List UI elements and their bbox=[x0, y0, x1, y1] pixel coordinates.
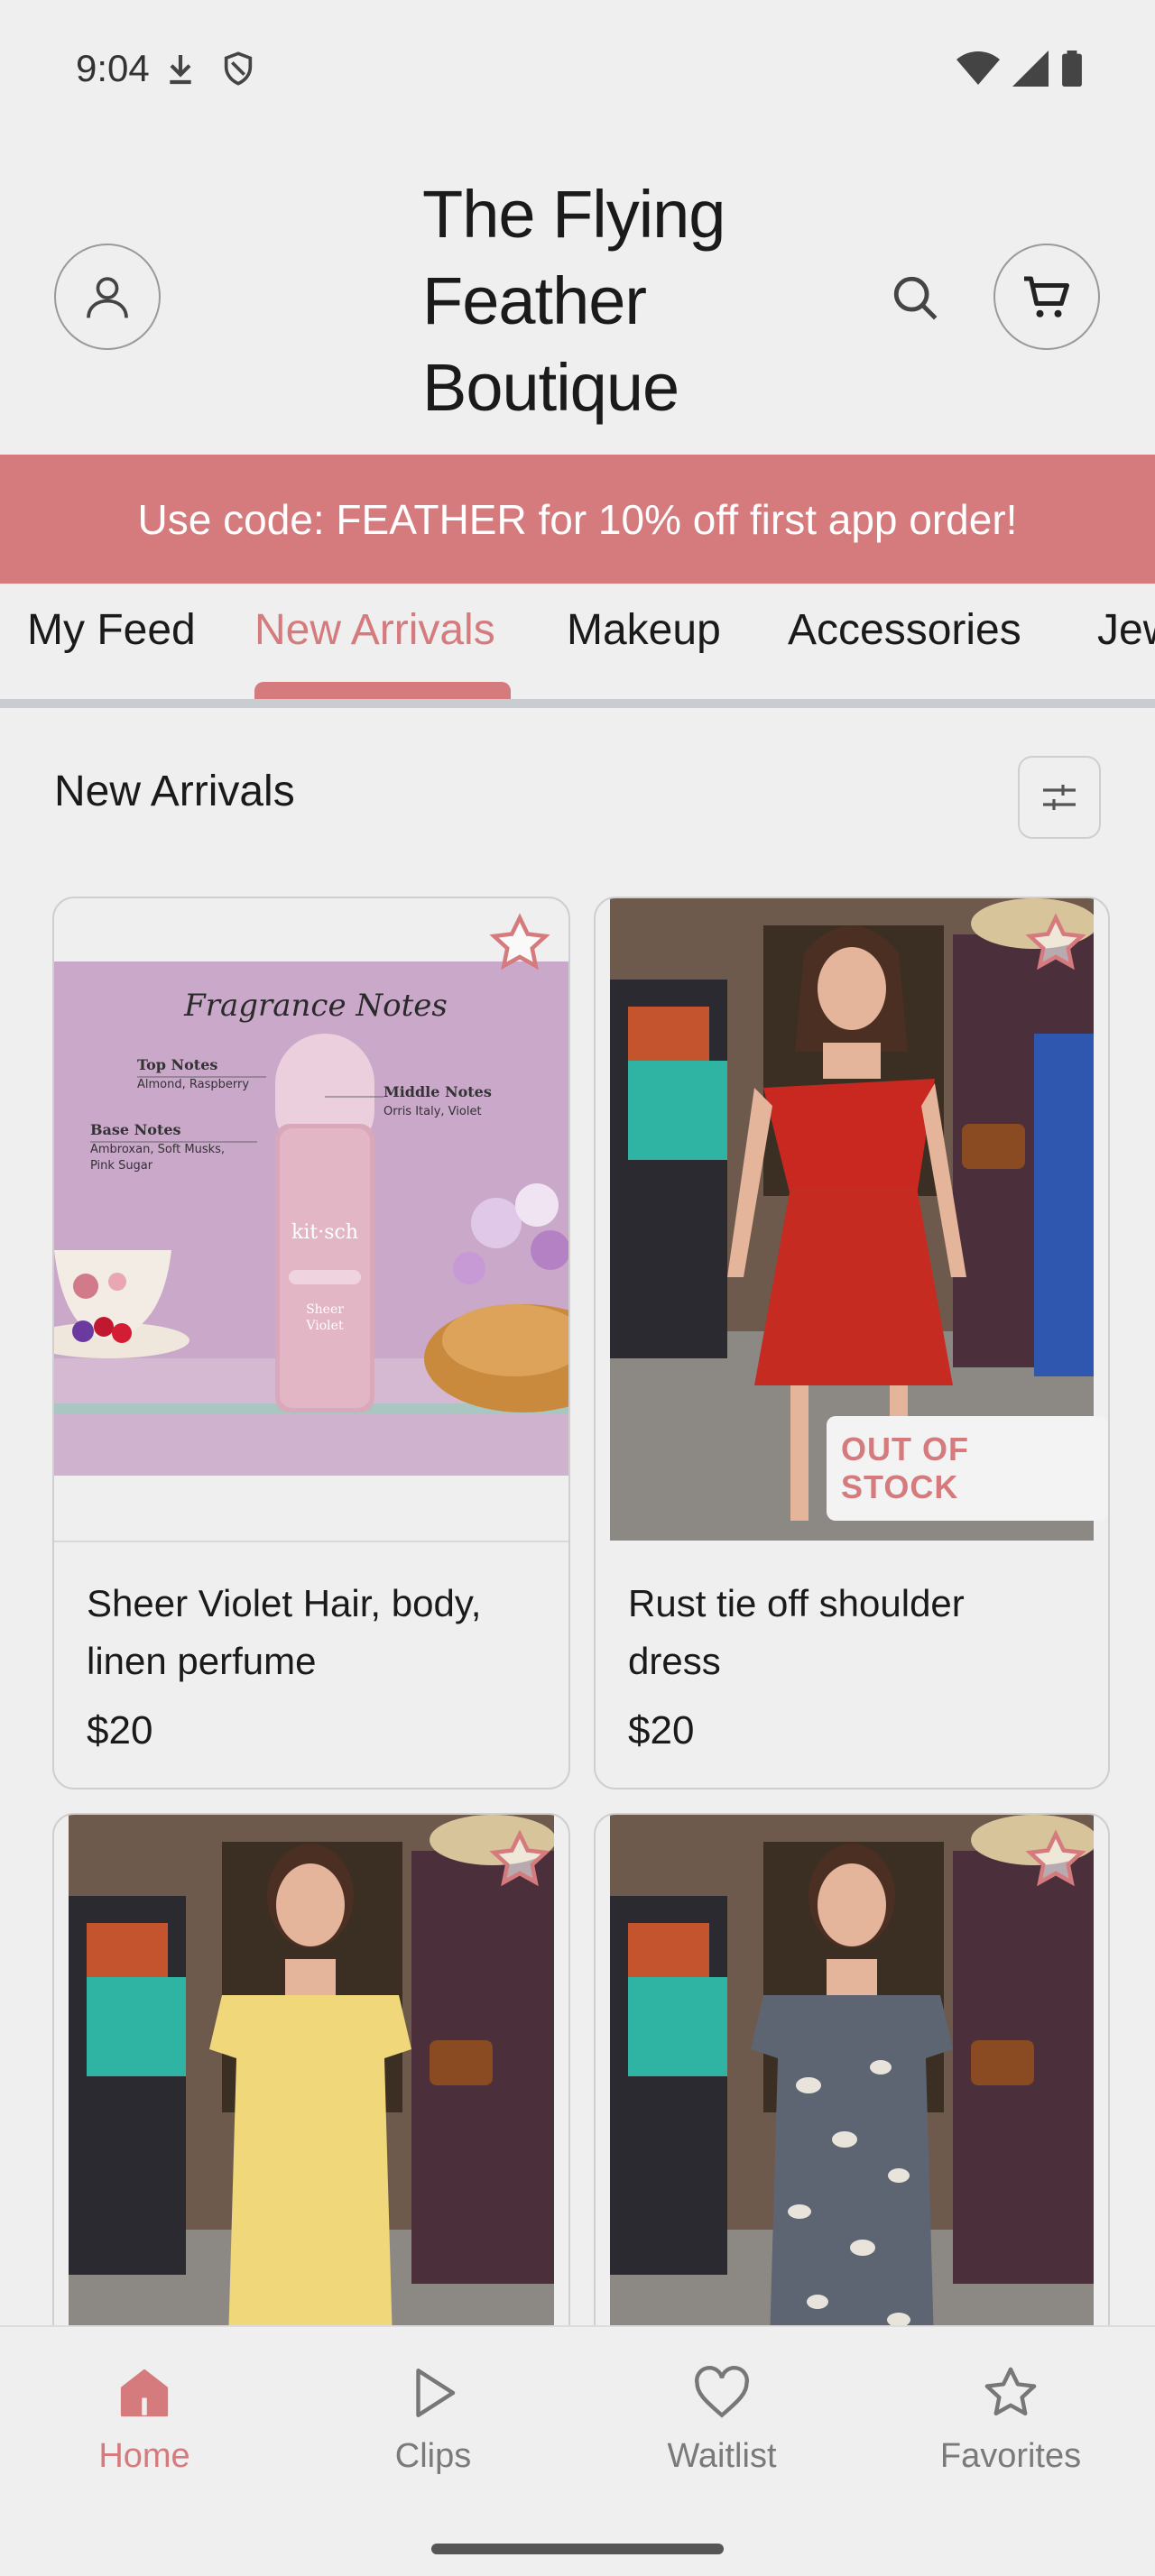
app-header: The Flying Feather Boutique bbox=[0, 135, 1155, 455]
download-icon bbox=[170, 55, 191, 85]
base-notes-label: Base Notes bbox=[90, 1121, 181, 1138]
nav-favorites[interactable]: Favorites bbox=[902, 2363, 1119, 2476]
product-name: Sheer Violet Hair, body, linen perfume bbox=[87, 1575, 520, 1690]
product-card[interactable] bbox=[52, 1813, 570, 2372]
bottom-navigation: Home Clips Waitlist Favorites bbox=[0, 2325, 1155, 2576]
product-image bbox=[69, 1815, 554, 2370]
brand-text: kit·sch bbox=[291, 1221, 358, 1244]
base-notes: Pink Sugar bbox=[90, 1159, 153, 1173]
nav-label: Home bbox=[98, 2437, 190, 2475]
heart-icon bbox=[695, 2366, 749, 2418]
product-card[interactable]: OUT OF STOCK Rust tie off shoulder dress… bbox=[594, 897, 1110, 1789]
bottle-label: Violet bbox=[305, 1319, 344, 1333]
cart-button[interactable] bbox=[993, 244, 1100, 350]
tab-my-feed[interactable]: My Feed bbox=[27, 605, 196, 655]
nav-clips[interactable]: Clips bbox=[325, 2363, 541, 2476]
nav-label: Waitlist bbox=[667, 2437, 777, 2475]
wifi-icon bbox=[956, 51, 1000, 85]
search-button[interactable] bbox=[884, 267, 947, 330]
top-notes-label: Top Notes bbox=[137, 1056, 217, 1073]
category-tabs: My Feed New Arrivals Makeup Accessories … bbox=[0, 584, 1155, 708]
product-name-line: linen perfume bbox=[87, 1640, 317, 1682]
nav-label: Clips bbox=[394, 2437, 472, 2475]
status-right bbox=[956, 51, 1083, 87]
cart-icon bbox=[1024, 276, 1069, 317]
nav-waitlist[interactable]: Waitlist bbox=[614, 2363, 830, 2476]
product-card[interactable] bbox=[594, 1813, 1110, 2372]
status-time: 9:04 bbox=[76, 47, 150, 89]
signal-icon bbox=[1012, 51, 1049, 87]
home-icon bbox=[120, 2369, 169, 2417]
card-divider bbox=[54, 1541, 568, 1542]
sliders-icon bbox=[1043, 785, 1076, 810]
top-notes: Almond, Raspberry bbox=[137, 1078, 249, 1091]
favorite-star-icon[interactable] bbox=[1023, 911, 1088, 976]
store-title-line: The Flying bbox=[422, 177, 725, 252]
product-card[interactable]: kit·sch Sheer Violet Fragrance Notes Top… bbox=[52, 897, 570, 1789]
section-title: New Arrivals bbox=[54, 768, 295, 815]
search-icon bbox=[893, 276, 938, 320]
bottle-label: Sheer bbox=[306, 1302, 344, 1317]
product-price: $20 bbox=[87, 1708, 153, 1753]
promo-banner[interactable]: Use code: FEATHER for 10% off first app … bbox=[0, 455, 1155, 584]
product-name-line: Rust tie off shoulder bbox=[628, 1582, 965, 1624]
favorite-star-icon[interactable] bbox=[487, 911, 552, 976]
middle-notes-label: Middle Notes bbox=[383, 1083, 492, 1100]
favorite-star-icon[interactable] bbox=[487, 1827, 552, 1892]
profile-icon bbox=[87, 277, 128, 318]
nav-home[interactable]: Home bbox=[36, 2363, 253, 2476]
product-name-line: dress bbox=[628, 1640, 721, 1682]
profile-button[interactable] bbox=[54, 244, 161, 350]
tab-makeup[interactable]: Makeup bbox=[567, 605, 721, 655]
out-of-stock-badge: OUT OF STOCK bbox=[827, 1416, 1108, 1521]
tab-jewelry[interactable]: Jewelry bbox=[1097, 605, 1155, 655]
image-heading: Fragrance Notes bbox=[183, 988, 448, 1024]
nav-label: Favorites bbox=[939, 2437, 1082, 2475]
store-title-line: Feather bbox=[422, 263, 647, 338]
favorite-star-icon[interactable] bbox=[1023, 1827, 1088, 1892]
promo-text: Use code: FEATHER for 10% off first app … bbox=[137, 495, 1018, 543]
product-image: kit·sch Sheer Violet Fragrance Notes Top… bbox=[54, 961, 568, 1476]
filter-button[interactable] bbox=[1018, 756, 1101, 839]
base-notes: Ambroxan, Soft Musks, bbox=[90, 1143, 225, 1156]
middle-notes: Orris Italy, Violet bbox=[383, 1105, 482, 1118]
store-title-line: Boutique bbox=[422, 350, 679, 425]
battery-icon bbox=[1062, 51, 1082, 87]
product-name: Rust tie off shoulder dress bbox=[628, 1575, 1061, 1690]
play-icon bbox=[416, 2369, 456, 2417]
store-title: The Flying Feather Boutique bbox=[422, 171, 855, 431]
active-tab-indicator bbox=[254, 682, 511, 699]
status-bar: 9:04 bbox=[0, 0, 1155, 135]
star-icon bbox=[984, 2367, 1037, 2416]
tab-new-arrivals[interactable]: New Arrivals bbox=[254, 605, 495, 655]
product-name-line: Sheer Violet Hair, body, bbox=[87, 1582, 482, 1624]
tab-accessories[interactable]: Accessories bbox=[788, 605, 1021, 655]
shield-icon bbox=[224, 51, 253, 86]
gesture-bar[interactable] bbox=[431, 2544, 724, 2554]
product-price: $20 bbox=[628, 1708, 695, 1753]
product-image bbox=[610, 1815, 1094, 2370]
